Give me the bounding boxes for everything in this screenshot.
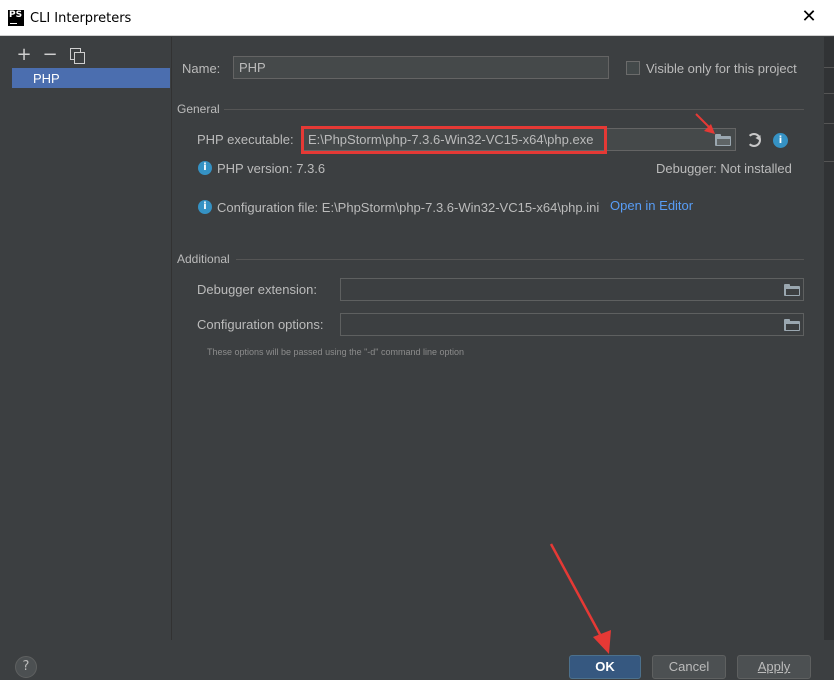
options-hint-text: These options will be passed using the "… xyxy=(207,347,465,357)
annotation-arrow-ok xyxy=(549,543,611,654)
title-bar: PS CLI Interpreters ✕ xyxy=(0,0,834,36)
info-icon: i xyxy=(198,200,212,214)
remove-icon[interactable]: − xyxy=(40,45,60,65)
additional-divider xyxy=(236,259,804,260)
open-in-editor-link[interactable]: Open in Editor xyxy=(610,198,693,213)
copy-icon[interactable] xyxy=(70,48,85,64)
apply-button[interactable]: Apply xyxy=(737,655,811,679)
visible-only-checkbox[interactable] xyxy=(626,61,640,75)
name-input[interactable]: PHP xyxy=(233,56,609,79)
debugger-extension-input[interactable] xyxy=(340,278,804,301)
phpstorm-app-icon: PS xyxy=(8,10,24,26)
configuration-file-text: Configuration file: E:\PhpStorm\php-7.3.… xyxy=(217,200,600,215)
general-section-title: General xyxy=(177,102,220,116)
php-version-text: PHP version: 7.3.6 xyxy=(217,161,326,176)
edge-tick xyxy=(824,161,834,162)
cancel-button[interactable]: Cancel xyxy=(652,655,726,679)
general-divider xyxy=(224,109,804,110)
add-icon[interactable]: + xyxy=(14,45,34,65)
php-executable-label: PHP executable: xyxy=(197,132,294,147)
additional-section-title: Additional xyxy=(177,252,230,266)
refresh-icon[interactable] xyxy=(747,133,761,147)
interpreter-list-panel: + − PHP xyxy=(0,37,172,640)
interpreter-item-php[interactable]: PHP xyxy=(12,68,170,88)
debugger-extension-label: Debugger extension: xyxy=(197,282,317,297)
folder-icon[interactable] xyxy=(784,284,800,296)
configuration-options-label: Configuration options: xyxy=(197,317,324,332)
edge-tick xyxy=(824,93,834,94)
ok-button[interactable]: OK xyxy=(569,655,641,679)
right-scroll-strip xyxy=(824,37,834,640)
configuration-options-input[interactable] xyxy=(340,313,804,336)
window-title: CLI Interpreters xyxy=(30,11,132,26)
interpreter-item-label: PHP xyxy=(33,71,60,86)
visible-only-label: Visible only for this project xyxy=(646,61,797,76)
folder-icon[interactable] xyxy=(784,319,800,331)
annotation-highlight-box xyxy=(301,126,607,154)
help-button[interactable]: ? xyxy=(15,656,37,678)
name-label: Name: xyxy=(182,61,221,76)
debugger-status-text: Debugger: Not installed xyxy=(656,161,792,176)
info-icon[interactable]: i xyxy=(773,133,788,148)
info-icon: i xyxy=(198,161,212,175)
edge-tick xyxy=(824,67,834,68)
folder-icon[interactable] xyxy=(715,134,731,146)
edge-tick xyxy=(824,123,834,124)
close-icon[interactable]: ✕ xyxy=(800,8,818,26)
